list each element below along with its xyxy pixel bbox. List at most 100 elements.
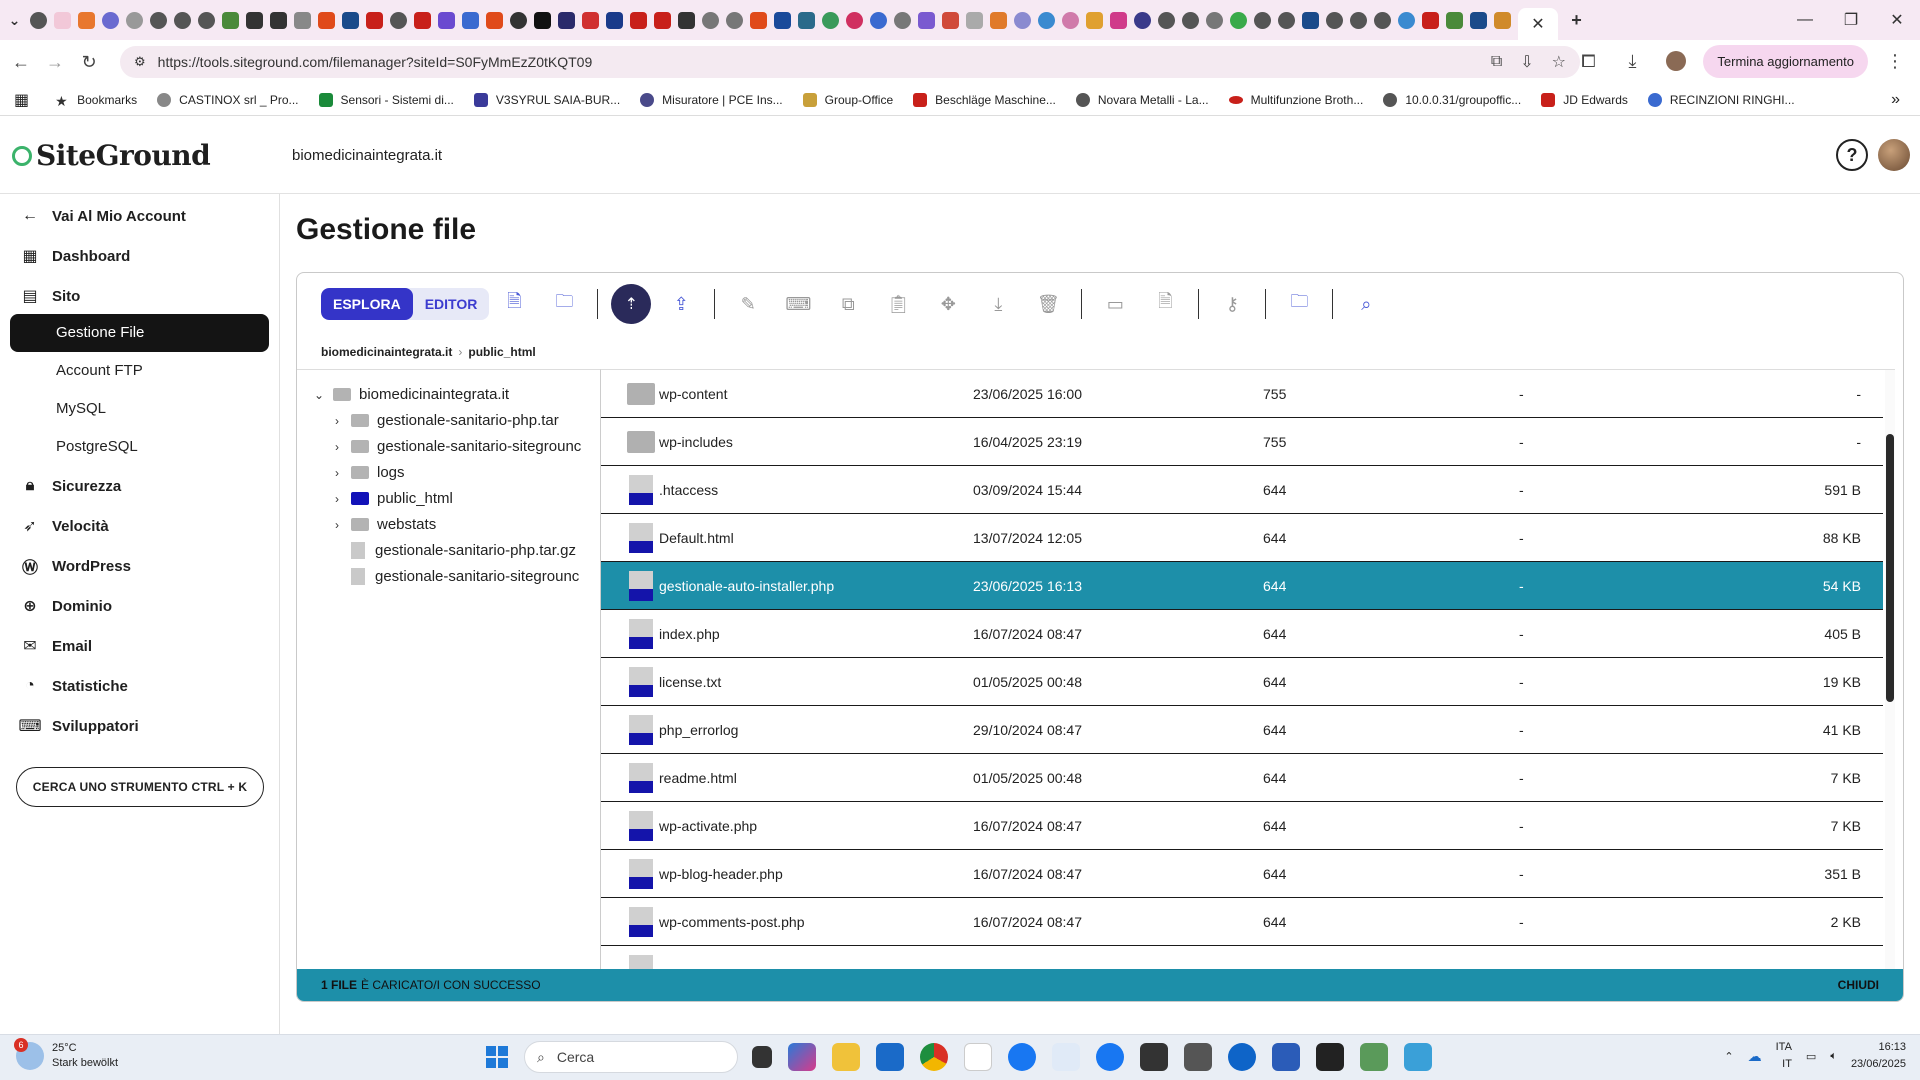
tab-favicon[interactable]: [1230, 11, 1247, 29]
minimize-icon[interactable]: —: [1782, 0, 1828, 40]
new-file-icon[interactable]: 🗎: [489, 284, 539, 324]
onedrive-icon[interactable]: ☁: [1748, 1048, 1762, 1065]
language-indicator[interactable]: ITA IT: [1776, 1039, 1792, 1073]
file-row[interactable]: index.php 16/07/2024 08:47 644 - 405 B: [601, 610, 1883, 658]
bookmark-item[interactable]: Novara Metalli - La...: [1075, 92, 1209, 107]
forward-icon[interactable]: →: [38, 45, 72, 79]
extensions-icon[interactable]: ⧠: [1571, 44, 1605, 78]
tab-favicon[interactable]: [1086, 11, 1103, 29]
windows-start-icon[interactable]: [486, 1046, 508, 1068]
tab-favicon[interactable]: [198, 11, 215, 29]
tab-favicon[interactable]: [1158, 11, 1175, 29]
bookmark-item[interactable]: RECINZIONI RINGHI...: [1647, 92, 1795, 107]
tab-editor[interactable]: EDITOR: [413, 288, 490, 320]
tab-favicon[interactable]: [318, 11, 335, 29]
file-list-scrollbar[interactable]: [1885, 370, 1895, 969]
tab-favicon[interactable]: [678, 11, 695, 29]
url-text[interactable]: https://tools.siteground.com/filemanager…: [158, 54, 593, 70]
store-icon[interactable]: [1140, 1043, 1168, 1071]
upload-folder-icon[interactable]: ⇪: [656, 284, 706, 324]
tab-favicon[interactable]: [294, 11, 311, 29]
chevron-right-icon[interactable]: ›: [329, 414, 345, 428]
tab-favicon[interactable]: [1134, 11, 1151, 29]
tab-favicon[interactable]: [1374, 11, 1391, 29]
bookmark-star-icon[interactable]: ☆: [1552, 52, 1566, 72]
tab-favicon[interactable]: [1326, 11, 1343, 29]
tab-favicon[interactable]: [462, 11, 479, 29]
profile-icon[interactable]: [1659, 44, 1693, 78]
clock[interactable]: 16:13 23/06/2025: [1851, 1039, 1906, 1073]
tab-favicon[interactable]: [174, 11, 191, 29]
edit-icon[interactable]: ✎: [723, 284, 773, 324]
tab-favicon[interactable]: [30, 11, 47, 29]
app-icon[interactable]: [1404, 1043, 1432, 1071]
tree-item-folder[interactable]: › logs: [329, 464, 405, 481]
facebook-icon[interactable]: [1096, 1043, 1124, 1071]
facebook-icon[interactable]: [1008, 1043, 1036, 1071]
tab-favicon[interactable]: [54, 11, 71, 29]
archive-icon[interactable]: ▭: [1090, 284, 1140, 324]
status-close-button[interactable]: CHIUDI: [1838, 978, 1879, 992]
tab-explore[interactable]: ESPLORA: [321, 288, 413, 320]
file-row[interactable]: wp-comments-post.php 16/07/2024 08:47 64…: [601, 898, 1883, 946]
tab-favicon[interactable]: [774, 11, 791, 29]
url-field[interactable]: ⚙ https://tools.siteground.com/filemanag…: [120, 46, 1580, 78]
tab-favicon[interactable]: [654, 11, 671, 29]
tree-item-file[interactable]: gestionale-sanitario-sitegrounc: [351, 568, 599, 585]
paste-icon[interactable]: 📋︎: [873, 284, 923, 324]
chrome-icon[interactable]: [920, 1043, 948, 1071]
tab-favicon[interactable]: [1470, 11, 1487, 29]
tab-favicon[interactable]: [438, 11, 455, 29]
tree-item-folder[interactable]: › gestionale-sanitario-php.tar: [329, 412, 599, 429]
tab-favicon[interactable]: [270, 11, 287, 29]
extract-icon[interactable]: 🗎: [1140, 284, 1190, 324]
copy-icon[interactable]: ⧉: [823, 284, 873, 324]
tab-favicon[interactable]: [726, 11, 743, 29]
sidebar-item-security[interactable]: 🔒︎ Sicurezza: [20, 476, 121, 496]
upload-file-icon[interactable]: ⇡: [611, 284, 652, 324]
sidebar-item-ftp[interactable]: Account FTP: [56, 362, 143, 379]
scrollbar-thumb[interactable]: [1886, 434, 1894, 702]
tab-favicon[interactable]: [1278, 11, 1295, 29]
tab-favicon[interactable]: [630, 11, 647, 29]
chevron-right-icon[interactable]: ›: [329, 466, 345, 480]
new-tab-icon[interactable]: +: [1568, 10, 1585, 30]
bookmark-item[interactable]: Group-Office: [802, 92, 893, 107]
breadcrumb-root[interactable]: biomedicinaintegrata.it: [321, 345, 452, 359]
file-row[interactable]: license.txt 01/05/2025 00:48 644 - 19 KB: [601, 658, 1883, 706]
widgets-icon[interactable]: [788, 1043, 816, 1071]
tab-favicon[interactable]: [126, 11, 143, 29]
sidebar-item-domain[interactable]: ⊕ Dominio: [20, 596, 112, 616]
sidebar-item-site[interactable]: ▤ Sito: [20, 286, 80, 306]
tab-favicon[interactable]: [414, 11, 431, 29]
tab-favicon[interactable]: [822, 11, 839, 29]
tab-favicon[interactable]: [1350, 11, 1367, 29]
tab-favicon[interactable]: [534, 11, 551, 29]
tab-favicon[interactable]: [342, 11, 359, 29]
tab-favicon[interactable]: [1302, 11, 1319, 29]
tab-favicon[interactable]: [990, 11, 1007, 29]
tab-favicon[interactable]: [966, 11, 983, 29]
tab-favicon[interactable]: [558, 11, 575, 29]
file-row-partial[interactable]: [601, 946, 1883, 969]
downloads-icon[interactable]: ⤓: [1615, 44, 1649, 78]
search-tool-button[interactable]: CERCA UNO STRUMENTO CTRL + K: [16, 767, 264, 807]
tab-favicon[interactable]: [510, 11, 527, 29]
media-icon[interactable]: [1184, 1043, 1212, 1071]
file-row[interactable]: php_errorlog 29/10/2024 08:47 644 - 41 K…: [601, 706, 1883, 754]
tab-favicon[interactable]: [870, 11, 887, 29]
tab-favicon[interactable]: [1398, 11, 1415, 29]
avatar[interactable]: [1878, 139, 1910, 171]
screenshot-icon[interactable]: ⧉: [1491, 53, 1502, 71]
bookmark-item[interactable]: Sensori - Sistemi di...: [318, 92, 454, 107]
tab-favicon[interactable]: [78, 11, 95, 29]
sidebar-item-postgresql[interactable]: PostgreSQL: [56, 438, 138, 455]
siteground-logo[interactable]: SiteGround: [12, 139, 211, 172]
back-icon[interactable]: ←: [4, 45, 38, 79]
tab-favicon[interactable]: [222, 11, 239, 29]
maximize-icon[interactable]: ❐: [1828, 0, 1874, 40]
move-icon[interactable]: ✥: [923, 284, 973, 324]
bookmark-item[interactable]: ★ Bookmarks: [55, 93, 137, 109]
file-row[interactable]: wp-content 23/06/2025 16:00 755 - -: [601, 370, 1883, 418]
tree-item-folder[interactable]: › webstats: [329, 516, 436, 533]
